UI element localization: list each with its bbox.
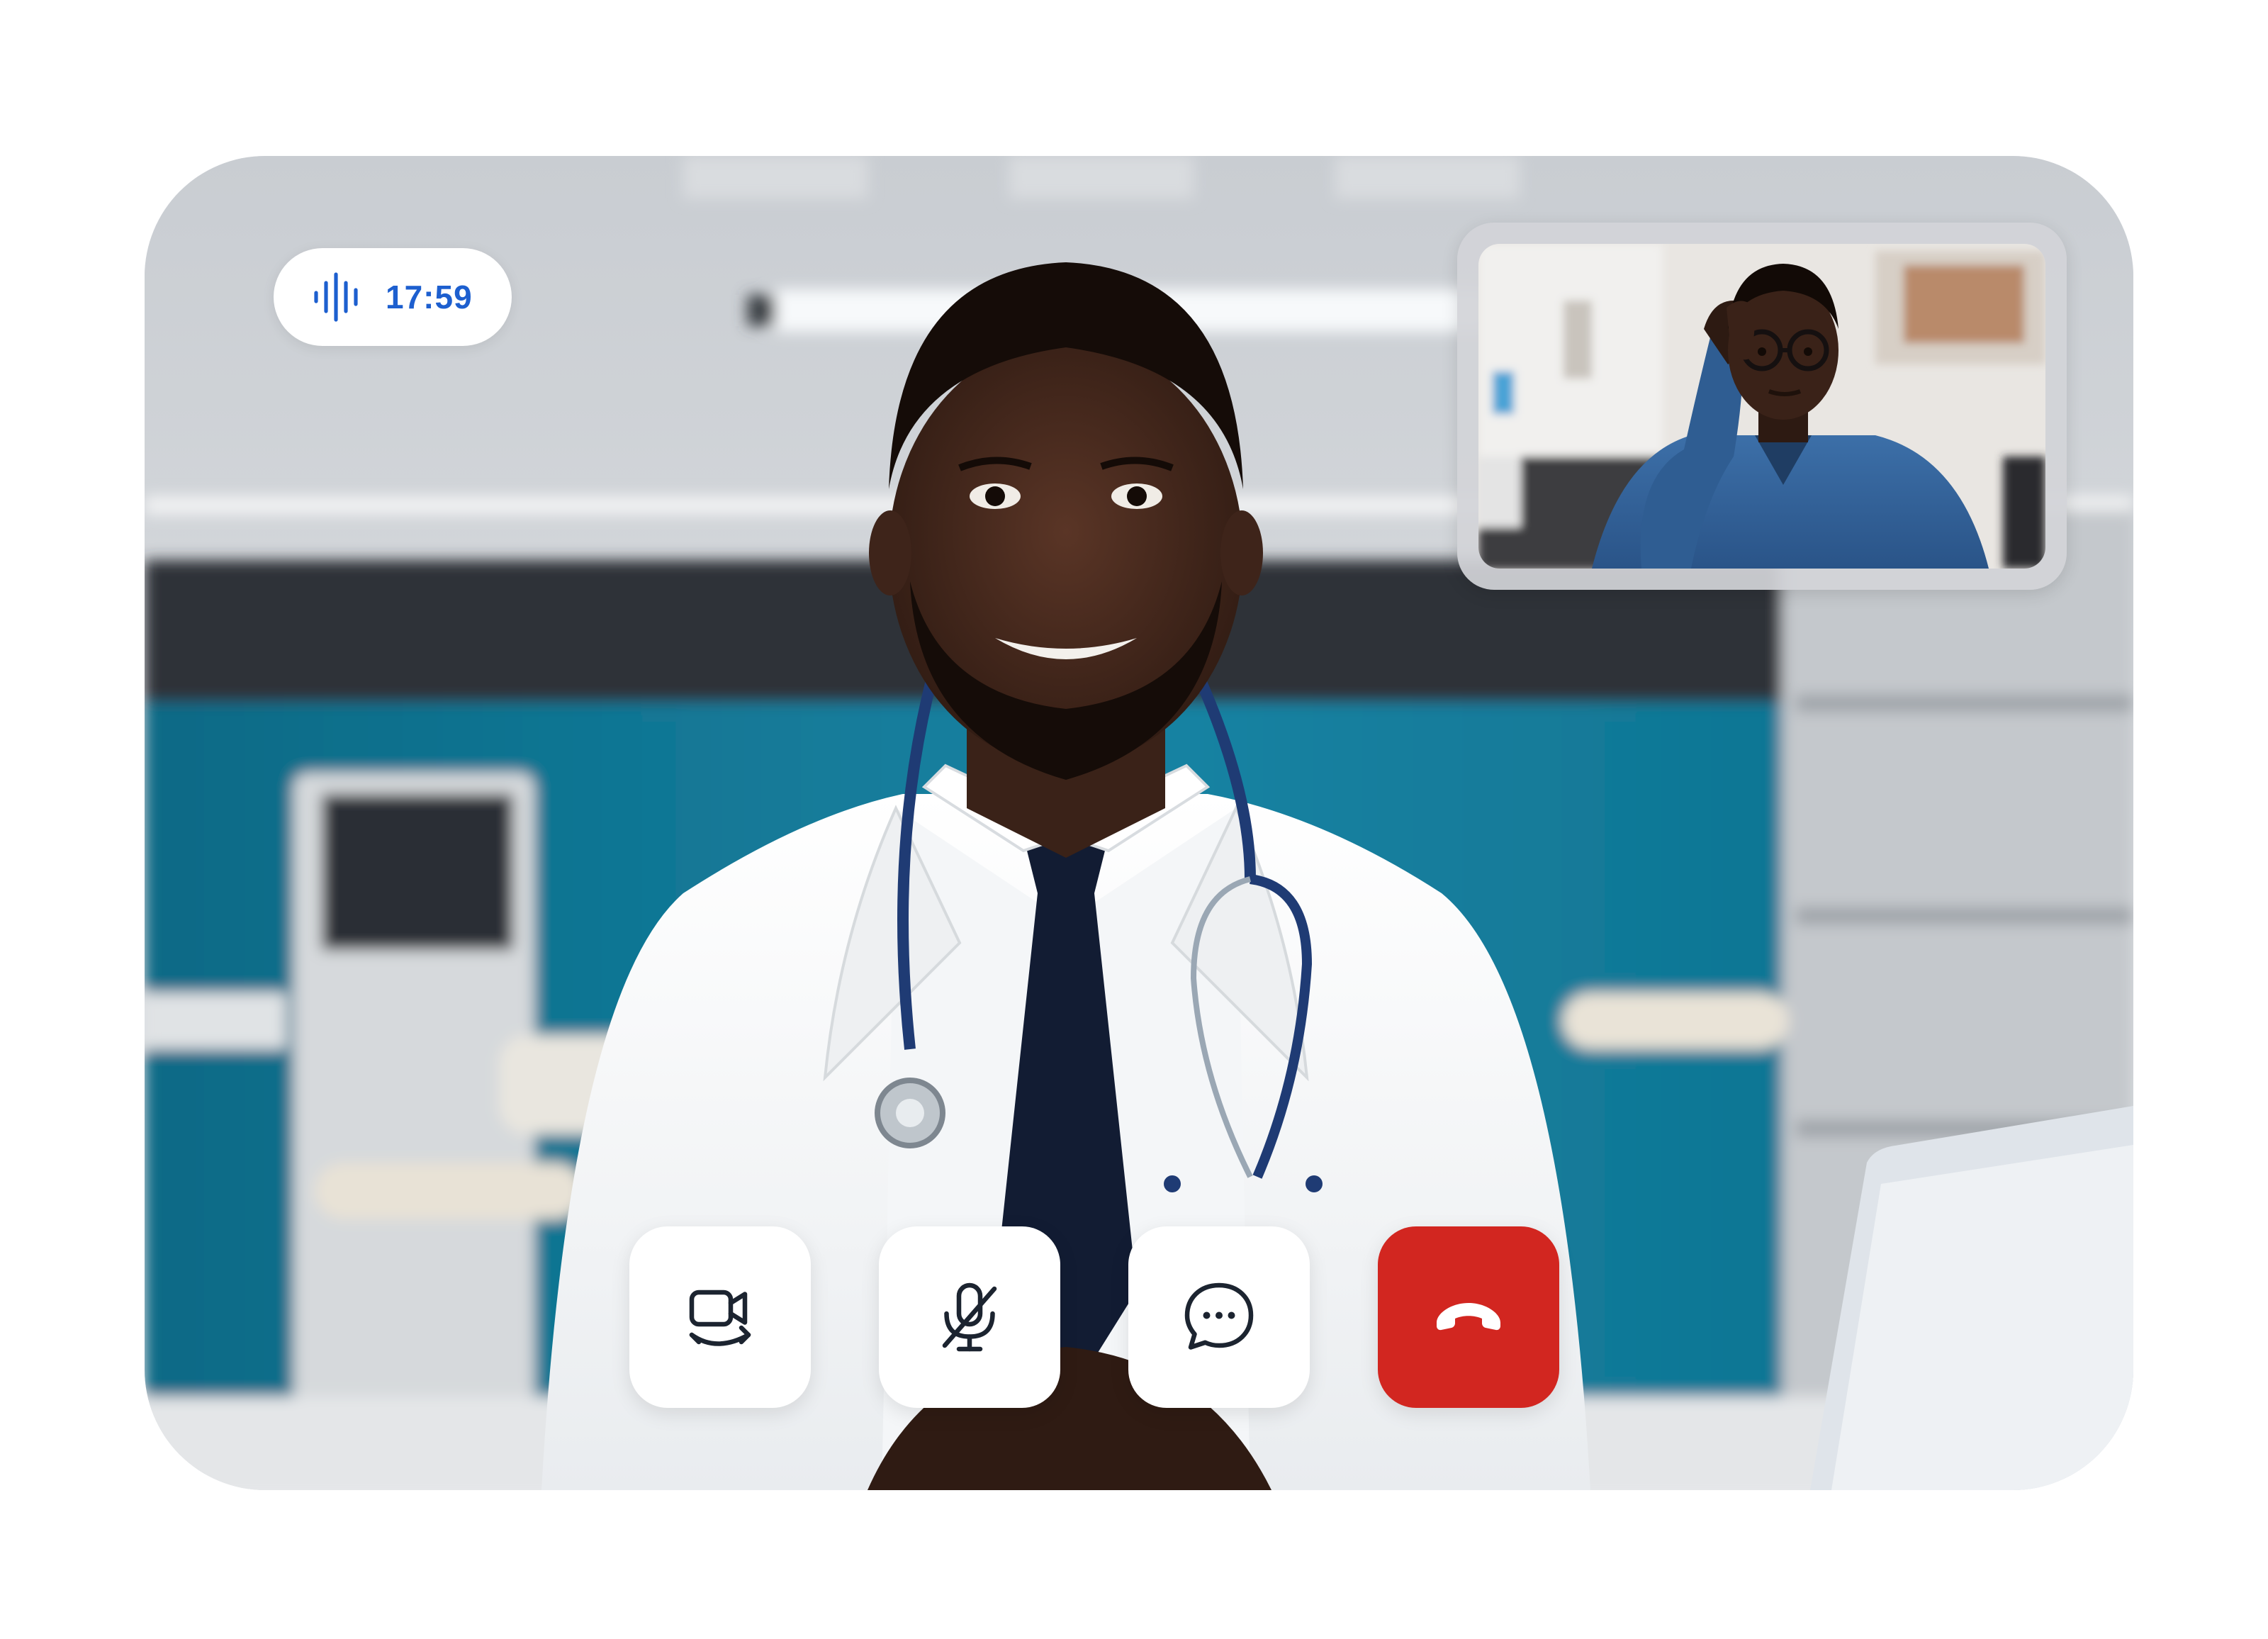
end-call-button[interactable]: [1378, 1226, 1559, 1408]
call-frame: 17:59: [145, 156, 2133, 1490]
video-switch-icon: [689, 1290, 751, 1346]
mic-off-icon: [942, 1282, 997, 1352]
self-view-pip[interactable]: [1457, 223, 2067, 590]
chat-bubble-icon: [1184, 1282, 1254, 1350]
chat-button[interactable]: [1128, 1226, 1310, 1408]
call-controls: [629, 1226, 1559, 1408]
phone-hangup-icon: [1437, 1303, 1500, 1331]
audio-wave-icon: [314, 272, 358, 322]
video-call-screen: 17:59: [0, 0, 2268, 1639]
mute-button[interactable]: [879, 1226, 1060, 1408]
switch-camera-button[interactable]: [629, 1226, 811, 1408]
call-timer-pill: 17:59: [274, 248, 512, 346]
call-duration: 17:59: [386, 279, 473, 315]
local-video-feed: [1478, 244, 2045, 569]
